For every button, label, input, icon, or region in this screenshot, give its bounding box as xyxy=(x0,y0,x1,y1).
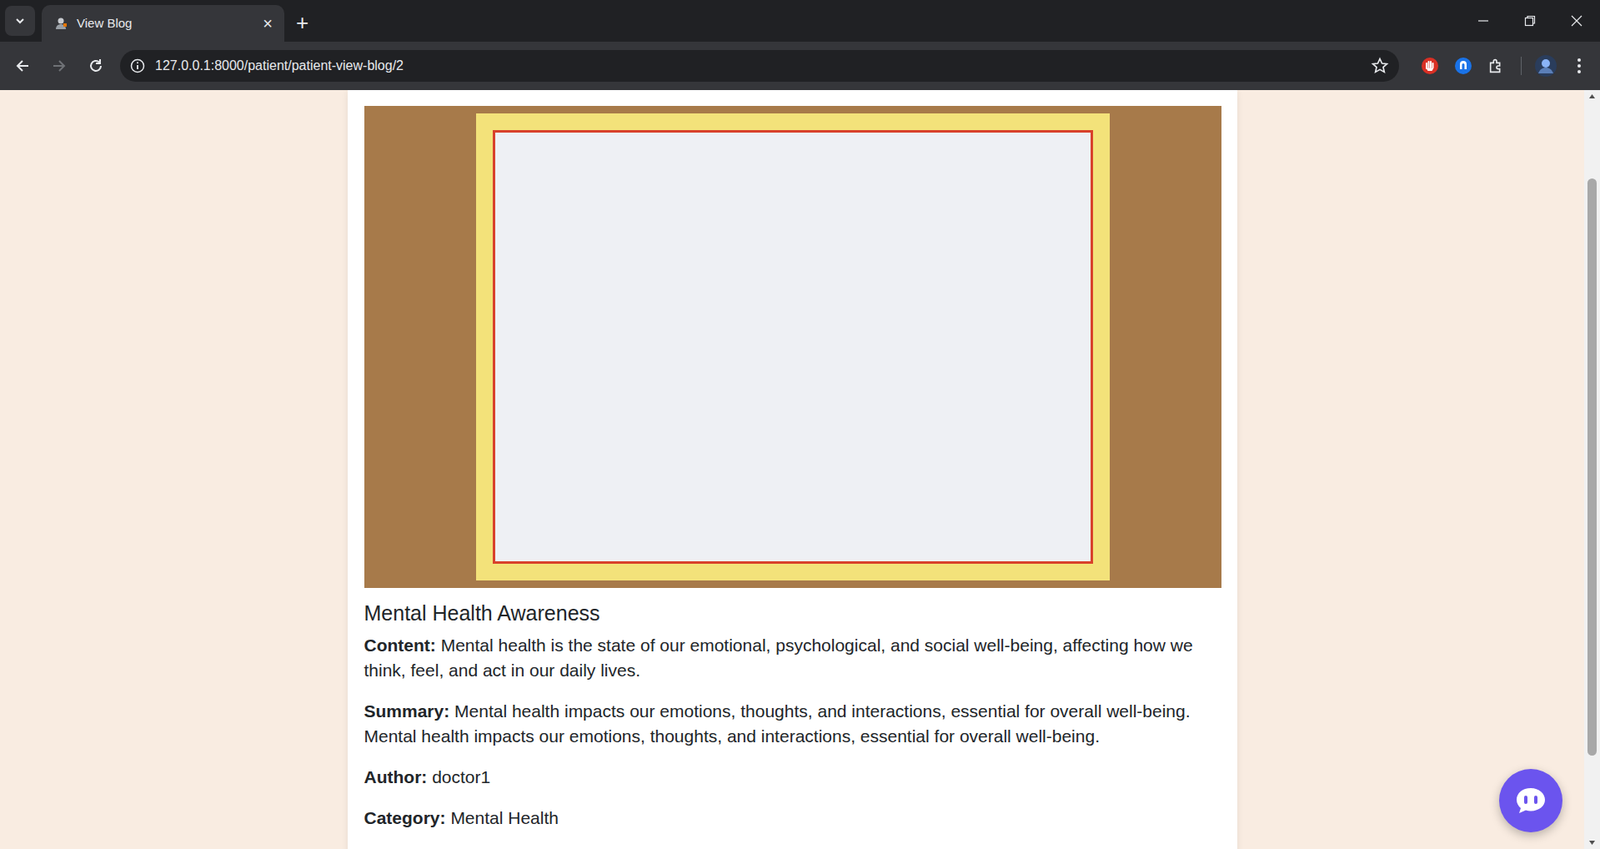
extensions-menu-button[interactable] xyxy=(1482,51,1511,81)
blog-title: Mental Health Awareness xyxy=(364,599,1221,627)
browser-menu-button[interactable] xyxy=(1564,51,1594,81)
chat-button[interactable] xyxy=(1499,768,1563,833)
back-arrow-icon xyxy=(14,57,31,75)
kebab-menu-icon xyxy=(1576,57,1582,75)
reload-icon xyxy=(87,57,105,75)
scrollbar-thumb[interactable] xyxy=(1587,178,1597,756)
field-label: Content: xyxy=(364,635,437,655)
field-label: Category: xyxy=(364,807,447,828)
tab-search-button[interactable] xyxy=(5,5,36,36)
info-icon xyxy=(130,58,146,74)
profile-button[interactable] xyxy=(1531,51,1560,81)
browser-window: View Blog × + 127.0.0. xyxy=(0,0,1600,849)
field-label: Summary: xyxy=(364,701,451,721)
back-button[interactable] xyxy=(6,50,39,82)
field-value: Mental Health xyxy=(450,807,559,828)
omnibox[interactable]: 127.0.0.1:8000/patient/patient-view-blog… xyxy=(120,50,1400,82)
page-content: Mental Health Awareness Content: Mental … xyxy=(0,90,1585,849)
field-label: Author: xyxy=(364,767,428,787)
field-value: Mental health is the state of our emotio… xyxy=(364,635,1194,680)
shield-extension-icon xyxy=(1454,56,1473,76)
url-text: 127.0.0.1:8000/patient/patient-view-blog… xyxy=(155,55,1361,76)
scroll-up-arrow-icon[interactable] xyxy=(1588,93,1596,100)
restore-button[interactable] xyxy=(1506,0,1554,42)
profile-avatar-icon xyxy=(1534,54,1558,78)
blog-field: Category: Mental Health xyxy=(364,805,1221,831)
scroll-down-arrow-icon[interactable] xyxy=(1588,839,1596,846)
forward-arrow-icon xyxy=(50,57,68,75)
toolbar: 127.0.0.1:8000/patient/patient-view-blog… xyxy=(0,41,1600,91)
tab-strip: View Blog × + xyxy=(0,0,1600,42)
extension-button[interactable] xyxy=(1415,51,1445,81)
tab-close-button[interactable]: × xyxy=(262,15,273,32)
blog-image xyxy=(364,105,1222,588)
favicon-icon xyxy=(53,15,69,31)
scrollbar[interactable] xyxy=(1584,90,1600,849)
puzzle-icon xyxy=(1487,56,1506,76)
field-value: doctor1 xyxy=(431,767,491,787)
minimize-button[interactable] xyxy=(1459,0,1507,42)
field-value: Mental health impacts our emotions, thou… xyxy=(364,701,1191,746)
close-icon xyxy=(1570,15,1583,27)
blog-card: Mental Health Awareness Content: Mental … xyxy=(347,90,1238,849)
extension-button[interactable] xyxy=(1449,51,1478,81)
minimize-icon xyxy=(1477,15,1490,27)
chevron-down-icon xyxy=(14,15,26,27)
reload-button[interactable] xyxy=(80,50,112,82)
bookmark-star-icon[interactable] xyxy=(1370,56,1390,76)
window-controls xyxy=(1459,0,1600,42)
blog-field: Content: Mental health is the state of o… xyxy=(364,632,1221,683)
restore-icon xyxy=(1524,15,1536,27)
chat-bubble-icon xyxy=(1514,785,1548,816)
hand-stop-icon xyxy=(1420,56,1440,76)
blog-field: Author: doctor1 xyxy=(364,764,1221,790)
close-window-button[interactable] xyxy=(1553,0,1600,42)
new-tab-button[interactable]: + xyxy=(295,11,309,34)
page-viewport: Mental Health Awareness Content: Mental … xyxy=(0,90,1600,849)
browser-tab[interactable]: View Blog × xyxy=(41,5,285,42)
tab-title: View Blog xyxy=(76,14,255,34)
blog-fields: Content: Mental health is the state of o… xyxy=(364,632,1221,831)
blog-field: Summary: Mental health impacts our emoti… xyxy=(364,698,1221,749)
forward-button[interactable] xyxy=(43,50,76,82)
